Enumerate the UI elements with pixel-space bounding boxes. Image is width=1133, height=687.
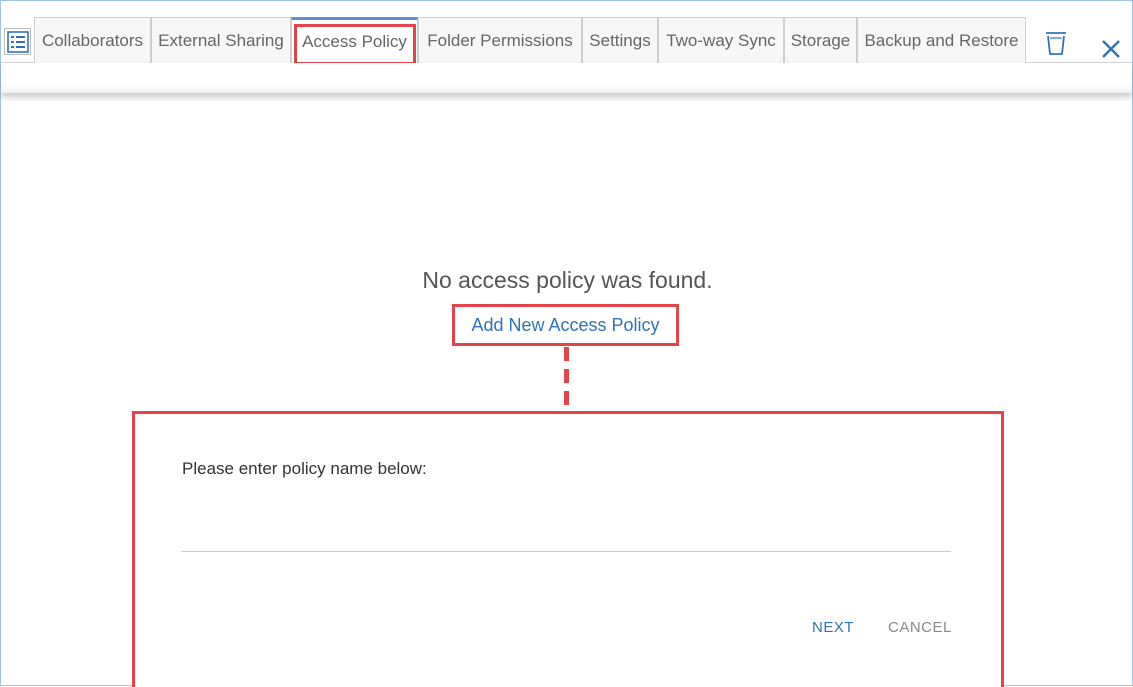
delete-button[interactable] — [1042, 28, 1070, 58]
tab-external-sharing[interactable]: External Sharing — [151, 17, 291, 63]
list-icon — [6, 30, 29, 53]
list-view-button[interactable] — [4, 28, 31, 55]
tab-settings[interactable]: Settings — [582, 17, 658, 63]
cancel-button[interactable]: CANCEL — [888, 619, 952, 636]
next-button[interactable]: NEXT — [812, 619, 854, 636]
trash-icon — [1046, 32, 1066, 55]
tab-two-way-sync[interactable]: Two-way Sync — [658, 17, 784, 63]
policy-name-dialog: Please enter policy name below: NEXT CAN… — [132, 411, 1004, 687]
tab-collaborators[interactable]: Collaborators — [34, 17, 151, 63]
tab-storage[interactable]: Storage — [784, 17, 857, 63]
close-icon — [1102, 40, 1120, 58]
policy-name-input[interactable] — [181, 512, 951, 552]
policy-name-prompt: Please enter policy name below: — [182, 459, 427, 478]
tab-folder-permissions[interactable]: Folder Permissions — [418, 17, 582, 63]
add-new-access-policy-link[interactable]: Add New Access Policy — [452, 304, 679, 346]
tab-access-policy[interactable]: Access Policy — [291, 17, 418, 63]
app-window: Collaborators External Sharing Access Po… — [0, 0, 1133, 687]
tab-backup-and-restore[interactable]: Backup and Restore — [857, 17, 1026, 63]
empty-state-message: No access policy was found. — [422, 267, 713, 293]
tab-bar: Collaborators External Sharing Access Po… — [1, 1, 1132, 65]
toolbar-shadow — [1, 63, 1132, 93]
close-button[interactable] — [1098, 36, 1124, 62]
